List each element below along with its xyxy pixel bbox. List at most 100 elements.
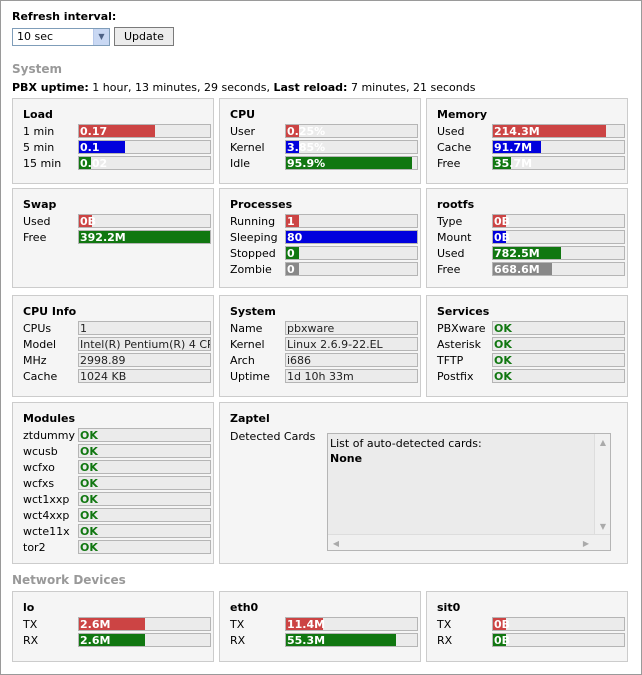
cpu-row: Kernel 3.85% bbox=[230, 140, 418, 155]
services-value-box: OK bbox=[492, 353, 625, 367]
network-devices-heading: Network Devices bbox=[12, 573, 126, 587]
services-row-label: PBXware bbox=[437, 322, 486, 335]
load-bar-value: 0.17 bbox=[80, 125, 108, 138]
services-row: Asterisk OK bbox=[437, 337, 625, 352]
cpu-bar-value: 0.25% bbox=[287, 125, 326, 138]
cpu-usage-bar: 3.85% bbox=[285, 140, 418, 154]
memory-row: Used 214.3M bbox=[437, 124, 625, 139]
load-row: 15 min 0.02 bbox=[23, 156, 211, 171]
load-usage-bar: 0.1 bbox=[78, 140, 211, 154]
horizontal-scrollbar[interactable]: ◀ ▶ bbox=[328, 534, 610, 550]
cpu-usage-bar: 0.25% bbox=[285, 124, 418, 138]
memory-panel: Memory Used 214.3M Cache 91.7M Free 35.7M bbox=[426, 98, 628, 184]
modules-row: ztdummy OK bbox=[23, 428, 211, 443]
modules-status-ok: OK bbox=[80, 429, 98, 442]
vertical-scrollbar[interactable]: ▲ ▼ bbox=[594, 434, 610, 534]
scroll-left-icon[interactable]: ◀ bbox=[328, 535, 344, 551]
load-row-label: 15 min bbox=[23, 157, 62, 170]
processes-row-label: Stopped bbox=[230, 247, 276, 260]
cpuinfo-row-label: Model bbox=[23, 338, 57, 351]
modules-row-label: wcusb bbox=[23, 445, 58, 458]
pbx-uptime-label: PBX uptime: bbox=[12, 81, 89, 94]
rootfs-row-label: Free bbox=[437, 263, 461, 276]
sysinfo-value: pbxware bbox=[287, 322, 335, 335]
status-page: Refresh interval: 10 sec ▼ Update System… bbox=[0, 0, 642, 675]
update-button[interactable]: Update bbox=[114, 27, 174, 46]
load-row: 5 min 0.1 bbox=[23, 140, 211, 155]
eth0-usage-bar: 55.3M bbox=[285, 633, 418, 647]
modules-value-box: OK bbox=[78, 540, 211, 554]
detected-cards-textarea[interactable]: List of auto-detected cards: None ▲ ▼ ◀ … bbox=[327, 433, 611, 551]
modules-row-label: ztdummy bbox=[23, 429, 75, 442]
processes-bar-value: 80 bbox=[287, 231, 303, 244]
zaptel-panel: Zaptel Detected Cards List of auto-detec… bbox=[219, 402, 628, 564]
sit0-title: sit0 bbox=[437, 601, 461, 614]
processes-panel: Processes Running 1 Sleeping 80 Stopped 0 Zombi… bbox=[219, 188, 421, 288]
processes-row: Stopped 0 bbox=[230, 246, 418, 261]
services-status-ok: OK bbox=[494, 354, 512, 367]
refresh-interval-label: Refresh interval: bbox=[12, 10, 117, 23]
refresh-interval-value: 10 sec bbox=[17, 30, 54, 43]
rootfs-row-label: Used bbox=[437, 247, 465, 260]
eth0-panel: eth0 TX 11.4M RX 55.3M bbox=[219, 591, 421, 662]
processes-row-label: Running bbox=[230, 215, 276, 228]
cpuinfo-row-label: CPUs bbox=[23, 322, 52, 335]
eth0-bar-value: 55.3M bbox=[287, 634, 326, 647]
processes-row: Sleeping 80 bbox=[230, 230, 418, 245]
modules-value-box: OK bbox=[78, 492, 211, 506]
chevron-down-icon[interactable]: ▼ bbox=[93, 28, 109, 45]
zaptel-title: Zaptel bbox=[230, 412, 270, 425]
cpuinfo-value-box: Intel(R) Pentium(R) 4 CP bbox=[78, 337, 211, 351]
eth0-title: eth0 bbox=[230, 601, 259, 614]
lo-bar-value: 2.6M bbox=[80, 618, 111, 631]
memory-row-label: Cache bbox=[437, 141, 472, 154]
cpuinfo-value: 2998.89 bbox=[80, 354, 126, 367]
swap-bar-value: 392.2M bbox=[80, 231, 126, 244]
modules-row: wcusb OK bbox=[23, 444, 211, 459]
sit0-bar-value: 0B bbox=[494, 618, 511, 631]
cpuinfo-value-box: 2998.89 bbox=[78, 353, 211, 367]
cpuinfo-value: 1024 KB bbox=[80, 370, 127, 383]
eth0-row: RX 55.3M bbox=[230, 633, 418, 648]
rootfs-usage-bar: 0B bbox=[492, 214, 625, 228]
cpuinfo-row: Cache 1024 KB bbox=[23, 369, 211, 384]
memory-row-label: Free bbox=[437, 157, 461, 170]
processes-row: Running 1 bbox=[230, 214, 418, 229]
sysinfo-value-box: pbxware bbox=[285, 321, 418, 335]
detected-cards-label: Detected Cards bbox=[230, 430, 316, 443]
swap-title: Swap bbox=[23, 198, 57, 211]
cpu-row: User 0.25% bbox=[230, 124, 418, 139]
swap-row: Free 392.2M bbox=[23, 230, 211, 245]
processes-title: Processes bbox=[230, 198, 293, 211]
processes-usage-bar: 1 bbox=[285, 214, 418, 228]
processes-row: Zombie 0 bbox=[230, 262, 418, 277]
processes-usage-bar: 80 bbox=[285, 230, 418, 244]
load-row: 1 min 0.17 bbox=[23, 124, 211, 139]
scroll-right-icon[interactable]: ▶ bbox=[578, 535, 594, 551]
rootfs-row: Type 0B bbox=[437, 214, 625, 229]
modules-value-box: OK bbox=[78, 476, 211, 490]
services-row-label: Asterisk bbox=[437, 338, 482, 351]
modules-status-ok: OK bbox=[80, 461, 98, 474]
rootfs-usage-bar: 668.6M bbox=[492, 262, 625, 276]
scroll-up-icon[interactable]: ▲ bbox=[595, 434, 611, 450]
sit0-row: RX 0B bbox=[437, 633, 625, 648]
modules-row-label: wct1xxp bbox=[23, 493, 70, 506]
sysinfo-value: 1d 10h 33m bbox=[287, 370, 354, 383]
cpuinfo-value-box: 1 bbox=[78, 321, 211, 335]
processes-bar-value: 0 bbox=[287, 247, 295, 260]
modules-row: wcte11x OK bbox=[23, 524, 211, 539]
cpuinfo-title: CPU Info bbox=[23, 305, 77, 318]
modules-title: Modules bbox=[23, 412, 75, 425]
services-status-ok: OK bbox=[494, 338, 512, 351]
load-row-label: 1 min bbox=[23, 125, 55, 138]
modules-row-label: wct4xxp bbox=[23, 509, 70, 522]
sysinfo-value: Linux 2.6.9-22.EL bbox=[287, 338, 383, 351]
rootfs-panel: rootfs Type 0B Mount 0B Used 782.5M Free 668.6M bbox=[426, 188, 628, 288]
modules-value-box: OK bbox=[78, 428, 211, 442]
scroll-down-icon[interactable]: ▼ bbox=[595, 518, 611, 534]
sysinfo-row: Name pbxware bbox=[230, 321, 418, 336]
refresh-interval-select[interactable]: 10 sec ▼ bbox=[12, 27, 110, 46]
cpuinfo-value-box: 1024 KB bbox=[78, 369, 211, 383]
modules-status-ok: OK bbox=[80, 509, 98, 522]
